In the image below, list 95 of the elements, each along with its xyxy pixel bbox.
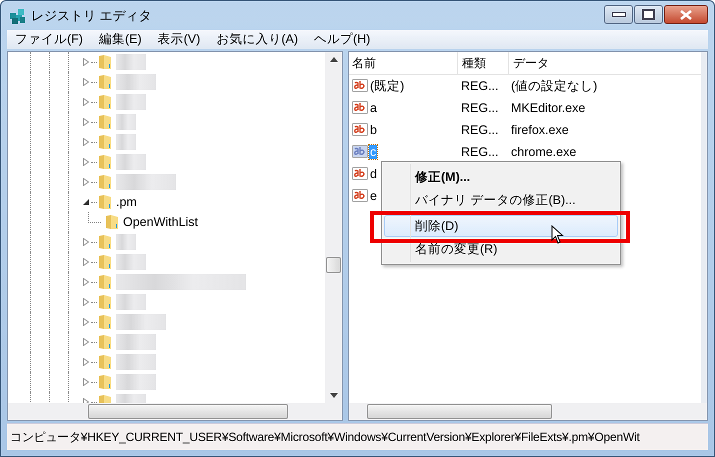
value-data: MKEditor.exe xyxy=(510,101,586,115)
folder-icon xyxy=(98,334,112,350)
blurred-label xyxy=(116,74,156,90)
tree-item[interactable]: OpenWithList xyxy=(123,215,198,229)
folder-icon xyxy=(98,114,112,130)
value-data: chrome.exe xyxy=(510,145,576,159)
minimize-button[interactable] xyxy=(604,5,633,24)
value-name[interactable]: e xyxy=(369,189,378,203)
expand-triangle-icon[interactable] xyxy=(82,358,90,366)
value-name[interactable]: b xyxy=(369,123,378,137)
string-value-icon xyxy=(352,101,368,115)
window-title: レジストリ エディタ xyxy=(31,6,152,24)
expand-triangle-icon[interactable] xyxy=(82,378,90,386)
value-name[interactable]: (既定) xyxy=(369,78,406,94)
expand-triangle-icon[interactable] xyxy=(82,298,90,306)
context-menu-item[interactable]: 削除(D) xyxy=(384,215,618,237)
folder-icon xyxy=(98,134,112,150)
blurred-label xyxy=(116,374,156,390)
folder-icon xyxy=(98,354,112,370)
folder-icon xyxy=(98,174,112,190)
menu-item[interactable]: 表示(V) xyxy=(158,31,200,48)
context-menu-item[interactable]: 修正(M)... xyxy=(384,166,618,188)
status-bar: コンピュータ¥HKEY_CURRENT_USER¥Software¥Microsoft¥Windows¥CurrentVersion¥Explorer¥FileExts¥.pm¥OpenWit xyxy=(7,423,708,450)
folder-icon xyxy=(98,254,112,270)
menu-item[interactable]: お気に入り(A) xyxy=(216,31,298,48)
blurred-label xyxy=(116,54,146,70)
folder-icon xyxy=(98,194,112,210)
folder-icon xyxy=(105,214,119,230)
value-name[interactable]: a xyxy=(369,101,378,115)
value-type: REG... xyxy=(460,145,500,159)
blurred-label xyxy=(116,334,156,350)
folder-icon xyxy=(98,294,112,310)
blurred-label xyxy=(116,254,146,270)
folder-icon xyxy=(98,374,112,390)
blurred-label xyxy=(116,234,136,250)
scrollbar-thumb[interactable] xyxy=(326,257,341,273)
blurred-label xyxy=(116,94,146,110)
blurred-label xyxy=(116,114,136,130)
expand-triangle-icon[interactable] xyxy=(82,238,90,246)
column-header[interactable]: データ xyxy=(509,52,549,74)
folder-icon xyxy=(98,94,112,110)
folder-icon xyxy=(98,54,112,70)
value-type: REG... xyxy=(460,101,500,115)
horizontal-scrollbar[interactable] xyxy=(8,403,342,420)
folder-icon xyxy=(98,274,112,290)
value-name[interactable]: d xyxy=(369,167,378,181)
blurred-label xyxy=(116,174,176,190)
expand-triangle-icon[interactable] xyxy=(82,258,90,266)
context-menu-item[interactable]: バイナリ データの修正(B)... xyxy=(384,189,618,211)
mouse-cursor-icon xyxy=(551,225,565,245)
expand-triangle-icon[interactable] xyxy=(82,158,90,166)
tree-item[interactable]: .pm xyxy=(116,195,137,209)
blurred-label xyxy=(116,154,146,170)
menu-item[interactable]: ファイル(F) xyxy=(15,31,83,48)
expand-triangle-icon[interactable] xyxy=(82,338,90,346)
close-button[interactable] xyxy=(664,5,708,24)
maximize-button[interactable] xyxy=(634,5,663,24)
value-type: REG... xyxy=(460,79,500,93)
column-header[interactable]: 種類 xyxy=(458,52,509,74)
blurred-label xyxy=(116,354,156,370)
blurred-label xyxy=(116,134,136,150)
scroll-down-icon[interactable] xyxy=(330,393,338,398)
expand-triangle-icon[interactable] xyxy=(82,138,90,146)
value-data: (値の設定なし) xyxy=(510,78,598,94)
folder-icon xyxy=(98,74,112,90)
expand-triangle-icon[interactable] xyxy=(82,58,90,66)
scrollbar-thumb[interactable] xyxy=(88,404,288,419)
value-data: firefox.exe xyxy=(510,123,569,137)
string-value-icon xyxy=(352,123,368,137)
string-value-icon xyxy=(352,79,368,93)
menu-item[interactable]: 編集(E) xyxy=(98,31,142,48)
string-value-icon xyxy=(352,189,368,203)
collapse-triangle-icon[interactable] xyxy=(82,198,90,206)
expand-triangle-icon[interactable] xyxy=(82,278,90,286)
menu-item[interactable]: ヘルプ(H) xyxy=(314,31,370,48)
column-header[interactable]: 名前 xyxy=(349,52,458,74)
blurred-label xyxy=(116,314,166,330)
registry-cubes-icon xyxy=(9,6,27,24)
string-value-icon xyxy=(352,145,368,159)
expand-triangle-icon[interactable] xyxy=(82,78,90,86)
scrollbar-thumb[interactable] xyxy=(367,404,552,419)
expand-triangle-icon[interactable] xyxy=(82,98,90,106)
horizontal-scrollbar[interactable] xyxy=(349,403,707,420)
string-value-icon xyxy=(352,167,368,181)
folder-icon xyxy=(98,154,112,170)
folder-icon xyxy=(98,234,112,250)
value-type: REG... xyxy=(460,123,500,137)
expand-triangle-icon[interactable] xyxy=(82,178,90,186)
vertical-scrollbar[interactable] xyxy=(325,52,342,403)
blurred-label xyxy=(116,294,146,310)
scroll-up-icon[interactable] xyxy=(330,57,338,62)
expand-triangle-icon[interactable] xyxy=(82,118,90,126)
expand-triangle-icon[interactable] xyxy=(82,318,90,326)
close-icon xyxy=(679,10,693,20)
folder-icon xyxy=(98,314,112,330)
